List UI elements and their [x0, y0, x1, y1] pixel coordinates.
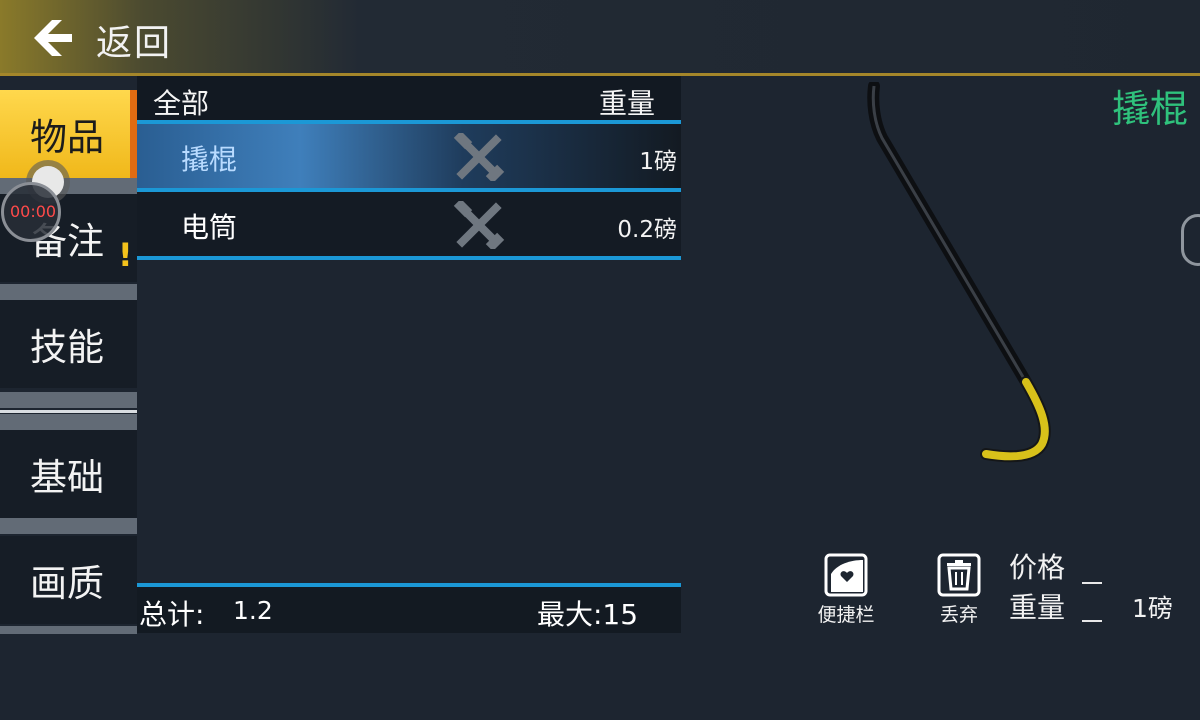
price-label: 价格 [1009, 551, 1066, 584]
total-label: 总计: [139, 598, 205, 631]
item-name: 撬棍 [181, 143, 238, 176]
item-title: 撬棍 [1111, 87, 1188, 131]
filter-all-tab[interactable]: 全部 [153, 82, 209, 122]
list-item[interactable]: 撬棍 1磅 [137, 124, 681, 188]
price-value-placeholder [1082, 582, 1102, 584]
nav-item-basic[interactable]: 基础 [0, 430, 137, 518]
nav-item-label: 技能 [30, 326, 104, 369]
nav-item-label: 基础 [30, 456, 104, 499]
nav-divider [0, 284, 137, 300]
nav-divider [0, 414, 137, 430]
list-item[interactable]: 电筒 0.2磅 [137, 192, 681, 256]
weight-label: 重量 [1009, 591, 1066, 624]
sort-weight-header[interactable]: 重量 [599, 82, 655, 122]
nav-item-label: 物品 [30, 116, 104, 159]
totals-bar: 总计: 1.2 最大:15 [137, 587, 681, 633]
tools-icon [453, 133, 505, 181]
discard-button[interactable]: 丢弃 [914, 552, 1004, 627]
top-bar: 返回 [0, 0, 1200, 76]
crowbar-image [867, 82, 1051, 463]
nav-divider [0, 518, 137, 534]
nav-item-label: 画质 [30, 562, 104, 605]
back-arrow-icon[interactable] [28, 18, 74, 58]
nav-item-graphics[interactable]: 画质 [0, 536, 137, 624]
item-weight: 0.2磅 [617, 217, 677, 243]
trash-icon [937, 553, 981, 597]
shortcut-button[interactable]: 便捷栏 [801, 552, 891, 627]
shortcut-label: 便捷栏 [817, 604, 875, 626]
weight-value: 1磅 [1132, 594, 1173, 623]
back-button[interactable]: 返回 [96, 14, 172, 66]
skills-alert-badge: ! [118, 236, 133, 274]
total-value: 1.2 [233, 596, 273, 625]
recorder-time: 00:00 [10, 202, 57, 221]
max-capacity: 最大:15 [537, 598, 639, 631]
row-divider [137, 256, 681, 260]
nav-divider [0, 392, 137, 408]
list-header: 全部 重量 [137, 76, 681, 120]
item-name: 电筒 [181, 211, 238, 244]
nav-divider [0, 626, 137, 634]
item-weight: 1磅 [639, 149, 677, 175]
nav-item-skills[interactable]: 技能 [0, 300, 137, 388]
discard-label: 丢弃 [939, 604, 978, 626]
weight-separator [1082, 620, 1102, 622]
nav-divider [0, 410, 137, 413]
tools-icon [453, 201, 505, 249]
shortcut-icon [824, 553, 868, 597]
nav-item-items[interactable]: 物品 [0, 90, 137, 178]
rotate-handle[interactable] [1181, 214, 1200, 266]
